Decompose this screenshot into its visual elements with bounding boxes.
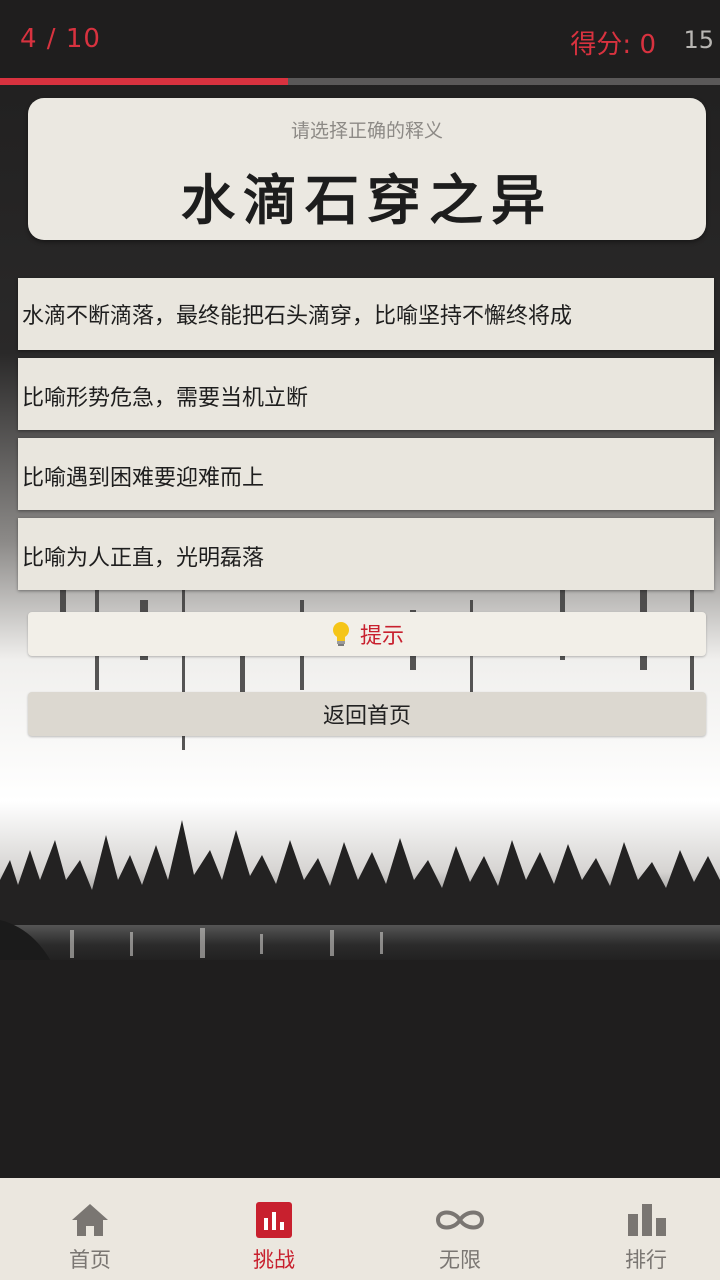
nav-label-ranking: 排行	[625, 1248, 667, 1272]
question-progress: 4 / 10	[20, 24, 101, 54]
top-bar: 4 / 10 得分: 0 15	[0, 0, 720, 80]
question-card: 请选择正确的释义 水滴石穿之异	[28, 98, 706, 240]
bottom-nav: 首页 挑战 无限 排行	[0, 1178, 720, 1280]
score-display: 得分: 0	[570, 30, 656, 60]
nav-item-ranking[interactable]: 排行	[556, 1178, 720, 1280]
answer-option-label: 比喻遇到困难要迎难而上	[22, 466, 265, 491]
nav-item-challenge[interactable]: 挑战	[184, 1178, 364, 1280]
progress-bar-fill	[0, 78, 288, 85]
hint-button[interactable]: 提示	[28, 612, 706, 656]
nav-label-home: 首页	[69, 1248, 111, 1272]
answer-option-label: 比喻形势危急，需要当机立断	[22, 386, 309, 411]
nav-label-endless: 无限	[439, 1248, 481, 1272]
countdown-timer: 15	[683, 26, 714, 54]
chart-box-icon	[254, 1202, 294, 1238]
answer-option-2[interactable]: 比喻形势危急，需要当机立断	[18, 358, 714, 430]
hint-button-label: 提示	[359, 624, 404, 649]
nav-item-endless[interactable]: 无限	[370, 1178, 550, 1280]
lightbulb-icon	[330, 620, 352, 648]
answer-option-4[interactable]: 比喻为人正直，光明磊落	[18, 518, 714, 590]
question-prompt: 请选择正确的释义	[290, 120, 443, 142]
answer-option-3[interactable]: 比喻遇到困难要迎难而上	[18, 438, 714, 510]
nav-item-home[interactable]: 首页	[0, 1178, 180, 1280]
question-idiom: 水滴石穿之异	[181, 169, 553, 232]
return-home-button[interactable]: 返回首页	[28, 692, 706, 736]
return-home-label: 返回首页	[322, 704, 411, 729]
bar-chart-icon	[626, 1202, 666, 1238]
progress-bar	[0, 78, 720, 85]
nav-label-challenge: 挑战	[253, 1248, 295, 1272]
answer-option-1[interactable]: 水滴不断滴落，最终能把石头滴穿，比喻坚持不懈终将成	[18, 278, 714, 350]
answer-option-label: 水滴不断滴落，最终能把石头滴穿，比喻坚持不懈终将成	[22, 304, 573, 329]
home-icon	[70, 1202, 110, 1238]
infinity-icon	[432, 1202, 488, 1238]
answer-option-label: 比喻为人正直，光明磊落	[22, 546, 265, 571]
